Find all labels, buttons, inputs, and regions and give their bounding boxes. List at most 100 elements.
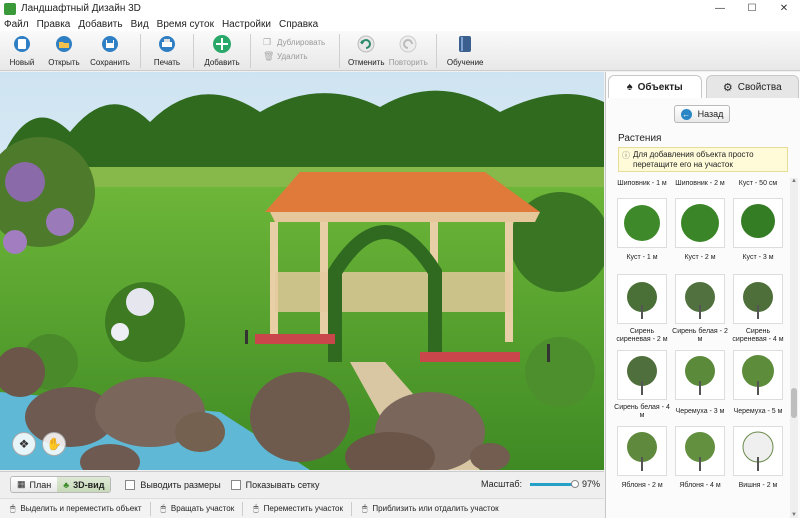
hand-pan-icon[interactable]: ✋ — [42, 432, 66, 456]
tutorial-button[interactable]: Обучение — [445, 31, 485, 71]
zoom-value: 97% — [581, 479, 600, 489]
objects-icon: ♠ — [626, 81, 633, 93]
plant-label: Яблоня - 4 м — [679, 482, 721, 489]
show-sizes-checkbox[interactable]: Выводить размеры — [125, 479, 221, 490]
3d-viewport[interactable]: ❖ ✋ — [0, 72, 604, 470]
tab-objects[interactable]: ♠ Объекты — [608, 75, 702, 98]
plant-thumb[interactable] — [617, 426, 667, 476]
tab-objects-label: Объекты — [637, 81, 683, 93]
show-sizes-label: Выводить размеры — [140, 479, 221, 490]
tutorial-label: Обучение — [446, 58, 484, 67]
zoom-slider[interactable] — [529, 479, 579, 488]
plant-label: Сирень белая - 4 м — [614, 404, 670, 419]
plants-scrollbar[interactable]: ▲ ▼ — [790, 178, 798, 518]
scroll-thumb[interactable] — [791, 388, 797, 418]
plant-thumb[interactable] — [617, 198, 667, 248]
save-button[interactable]: Сохранить — [88, 31, 132, 71]
trash-icon: 🗑 — [263, 51, 275, 61]
status-divider — [351, 501, 352, 516]
plan-view-button[interactable]: ▦ План — [11, 477, 58, 492]
status-text: Вращать участок — [170, 504, 235, 513]
undo-icon — [355, 34, 377, 54]
tab-properties-label: Свойства — [737, 81, 782, 93]
plant-thumb[interactable] — [733, 426, 783, 476]
menu-add[interactable]: Добавить — [78, 19, 122, 30]
toolbar-divider — [339, 34, 341, 68]
open-button[interactable]: Открыть — [44, 31, 84, 71]
toolbar-divider — [193, 34, 194, 68]
redo-button[interactable]: Повторить — [388, 31, 428, 71]
plants-grid: Шиповник - 1 м Шиповник - 2 м Куст - 50 … — [614, 178, 788, 518]
plant-label: Черемуха - 3 м — [675, 408, 725, 415]
scroll-down-icon[interactable]: ▼ — [790, 512, 798, 518]
status-text: Переместить участок — [263, 504, 343, 513]
save-icon — [99, 34, 121, 54]
scroll-up-icon[interactable]: ▲ — [790, 178, 798, 184]
plant-thumb[interactable] — [733, 198, 783, 248]
info-icon: ⓘ — [622, 151, 630, 160]
plant-thumb[interactable] — [675, 426, 725, 476]
plus-icon — [211, 34, 233, 54]
delete-label: Удалить — [277, 51, 308, 61]
status-divider — [149, 501, 151, 516]
back-button[interactable]: ← Назад — [674, 105, 730, 123]
menu-help[interactable]: Справка — [279, 19, 318, 30]
undo-button[interactable]: Отменить — [348, 31, 385, 71]
mouse-right-icon: 🖱 — [160, 503, 166, 513]
view-bar: ▦ План ♣ 3D-вид Выводить размеры Показыват… — [0, 471, 604, 497]
view-switch: ▦ План ♣ 3D-вид — [10, 476, 112, 493]
plant-label: Шиповник - 1 м — [617, 180, 667, 187]
mouse-middle-icon: 🖱 — [253, 503, 259, 513]
plant-label: Куст - 3 м — [742, 254, 774, 261]
add-button[interactable]: Добавить — [202, 31, 242, 71]
hint-text: Для добавления объекта просто перетащите… — [633, 150, 754, 169]
plant-thumb[interactable] — [733, 350, 783, 400]
plant-thumb[interactable] — [617, 350, 667, 400]
tree-icon: ♣ — [63, 479, 70, 490]
save-label: Сохранить — [90, 58, 130, 67]
plant-label: Куст - 2 м — [684, 254, 716, 261]
plan-icon: ▦ — [17, 479, 26, 489]
menu-bar: Файл Правка Добавить Вид Время суток Нас… — [0, 17, 800, 31]
toolbar-divider — [140, 34, 141, 68]
section-title: Растения — [618, 133, 662, 144]
show-grid-checkbox[interactable]: Показывать сетку — [230, 479, 319, 490]
layers-icon[interactable]: ❖ — [12, 432, 36, 456]
menu-settings[interactable]: Настройки — [222, 19, 271, 30]
print-button[interactable]: Печать — [149, 31, 185, 71]
new-button[interactable]: Новый — [4, 31, 40, 71]
delete-button[interactable]: 🗑 Удалить — [263, 49, 325, 63]
maximize-button[interactable]: ☐ — [736, 0, 768, 17]
duplicate-button[interactable]: ❐ Дублировать — [263, 35, 325, 49]
plant-thumb[interactable] — [675, 350, 725, 400]
close-button[interactable]: ✕ — [768, 0, 800, 17]
plant-label: Черемуха - 5 м — [733, 408, 783, 415]
checkbox-box — [230, 479, 241, 490]
zoom-slider-knob[interactable] — [570, 479, 579, 488]
minimize-button[interactable]: — — [704, 0, 736, 17]
plant-thumb[interactable] — [675, 198, 725, 248]
redo-label: Повторить — [388, 58, 428, 67]
3d-view-button[interactable]: ♣ 3D-вид — [57, 477, 111, 492]
menu-time-of-day[interactable]: Время суток — [157, 19, 214, 30]
folder-icon — [53, 34, 75, 54]
checkbox-box — [125, 479, 136, 490]
add-label: Добавить — [204, 58, 240, 67]
zoom-control: Масштаб: 97% — [481, 479, 600, 489]
tab-properties[interactable]: ⚙ Свойства — [705, 75, 799, 98]
redo-icon — [397, 34, 419, 54]
status-divider — [242, 501, 244, 516]
gear-icon: ⚙ — [722, 81, 733, 94]
toolbar-divider — [250, 34, 251, 68]
plant-thumb[interactable] — [617, 274, 667, 324]
plant-thumb[interactable] — [675, 274, 725, 324]
book-icon — [454, 34, 476, 54]
plant-thumb[interactable] — [733, 274, 783, 324]
duplicate-icon: ❐ — [263, 37, 272, 47]
panel-tabs: ♠ Объекты ⚙ Свойства — [606, 72, 800, 98]
menu-file[interactable]: Файл — [4, 19, 29, 30]
menu-view[interactable]: Вид — [131, 19, 149, 30]
title-bar: Ландшафтный Дизайн 3D — ☐ ✕ — [0, 0, 800, 17]
menu-edit[interactable]: Правка — [37, 19, 71, 30]
zoom-label: Масштаб: — [480, 479, 522, 489]
